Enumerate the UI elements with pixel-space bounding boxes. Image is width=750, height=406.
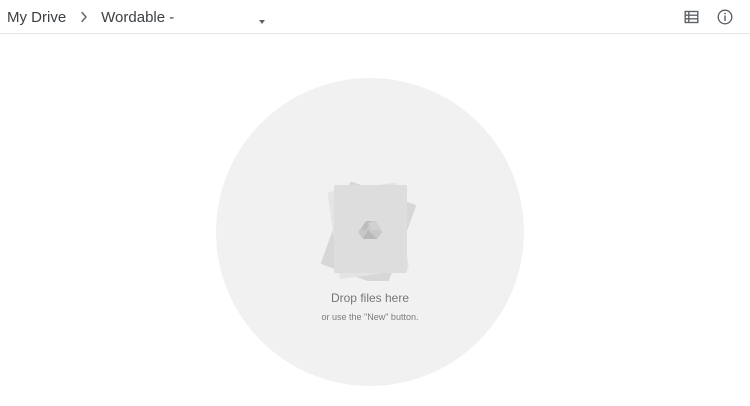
breadcrumb-current-folder[interactable]: Wordable - [101, 9, 174, 26]
folder-options-dropdown[interactable] [257, 13, 267, 24]
new-button-hint: or use the "New" button. [321, 312, 419, 322]
drop-zone[interactable]: Drop files here or use the "New" button. [216, 78, 524, 386]
top-bar: My Drive Wordable - [0, 0, 750, 34]
caret-down-icon [259, 20, 265, 24]
google-drive-empty-folder: My Drive Wordable - Drop files here or u… [0, 0, 750, 406]
drop-files-title: Drop files here [330, 291, 410, 305]
list-view-icon [684, 10, 699, 24]
breadcrumb: My Drive Wordable - [7, 8, 174, 26]
details-button[interactable] [716, 8, 734, 26]
breadcrumb-my-drive[interactable]: My Drive [7, 9, 66, 26]
google-drive-icon [321, 181, 416, 281]
info-icon [717, 9, 733, 25]
chevron-right-icon [75, 8, 93, 26]
list-view-button[interactable] [682, 8, 700, 26]
